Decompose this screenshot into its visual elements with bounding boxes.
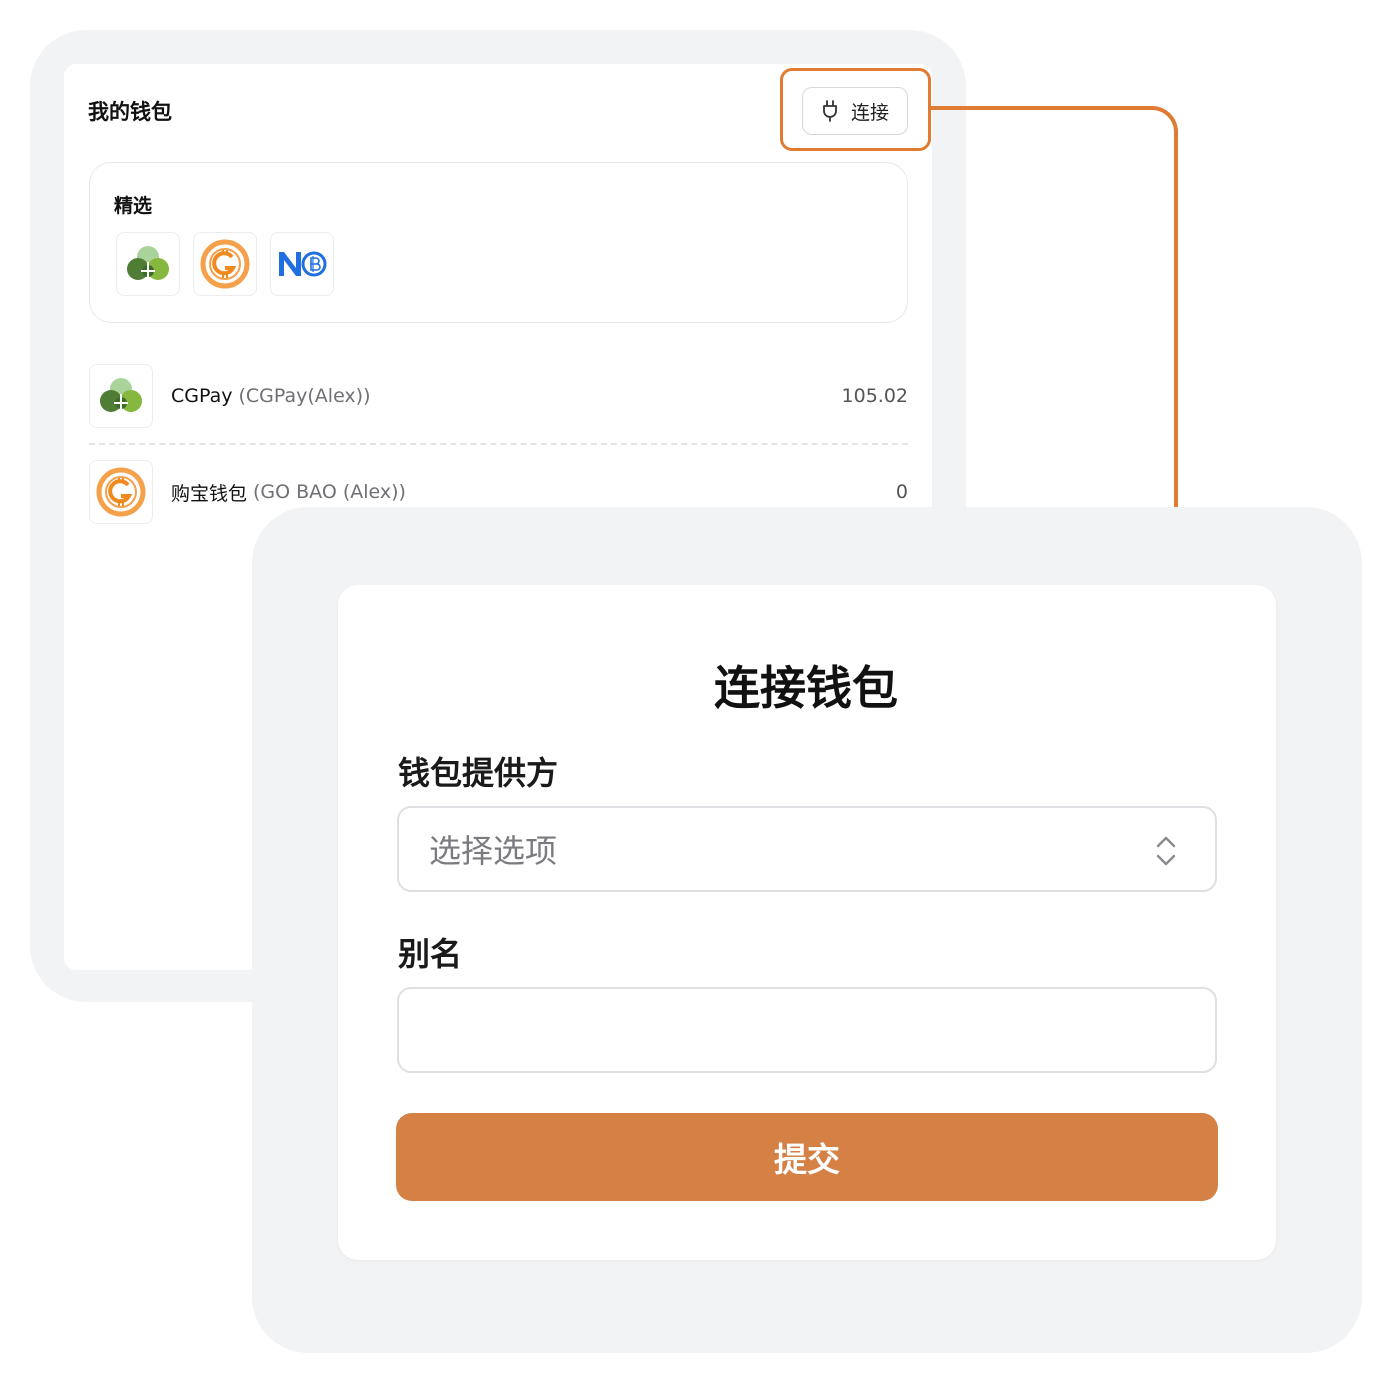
- connect-form-title: 连接钱包: [714, 661, 898, 715]
- stage: 我的钱包 连接 精选 CGPay (CGPay(Alex)) 105.02 购宝…: [0, 0, 1392, 1383]
- wallet-account: (GO BAO (Alex)): [253, 481, 406, 503]
- connect-button-label: 连接: [850, 101, 889, 124]
- wallet-balance: 105.02: [841, 385, 908, 407]
- cgpay-logo-icon: [100, 378, 142, 414]
- alias-input[interactable]: [397, 987, 1217, 1073]
- featured-section: 精选: [89, 162, 908, 323]
- plug-icon: [823, 100, 837, 122]
- featured-nob-tile[interactable]: [270, 232, 334, 296]
- wallet-row-logo: [89, 460, 153, 524]
- wallet-name: CGPay: [171, 385, 233, 407]
- wallet-panel-title: 我的钱包: [88, 100, 172, 124]
- cgpay-logo-icon: [127, 246, 169, 282]
- gobao-logo-icon: [200, 239, 250, 289]
- featured-title: 精选: [114, 195, 153, 217]
- nob-logo-icon: [279, 251, 327, 277]
- submit-button[interactable]: 提交: [396, 1113, 1218, 1201]
- chevron-up-down-icon: [1156, 836, 1176, 866]
- wallet-balance: 0: [895, 481, 908, 503]
- connect-button[interactable]: 连接: [802, 87, 908, 135]
- alias-label: 别名: [398, 935, 463, 973]
- provider-select[interactable]: 选择选项: [397, 806, 1217, 892]
- wallet-row-cgpay[interactable]: CGPay (CGPay(Alex)) 105.02: [89, 364, 908, 428]
- provider-label: 钱包提供方: [398, 754, 559, 792]
- gobao-logo-icon: [96, 467, 146, 517]
- callout-connector-line: [930, 106, 1178, 510]
- row-divider: [89, 443, 908, 445]
- wallet-account: (CGPay(Alex)): [238, 385, 371, 407]
- featured-logo-list: [116, 232, 334, 296]
- featured-gobao-tile[interactable]: [193, 232, 257, 296]
- featured-cgpay-tile[interactable]: [116, 232, 180, 296]
- provider-select-value: 选择选项: [429, 832, 558, 870]
- wallet-name: 购宝钱包: [171, 482, 248, 505]
- wallet-row-logo: [89, 364, 153, 428]
